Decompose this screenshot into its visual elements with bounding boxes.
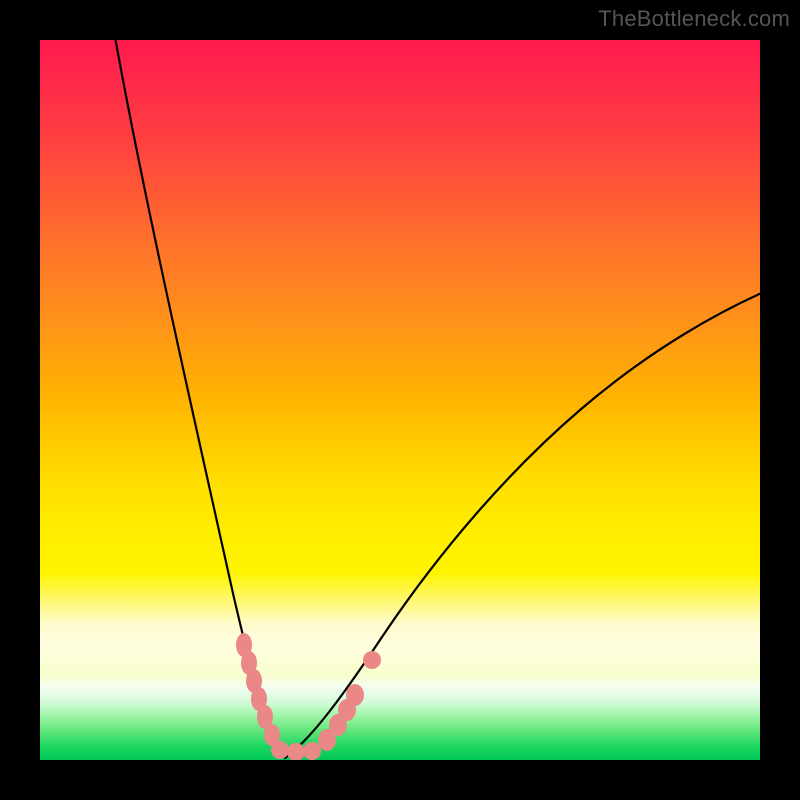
marker-dot — [346, 684, 364, 706]
curve-layer — [40, 40, 760, 760]
marker-dot — [363, 651, 381, 669]
plot-area — [40, 40, 760, 760]
marker-cluster — [236, 633, 381, 760]
marker-dot — [271, 741, 289, 759]
marker-dot — [303, 742, 321, 760]
watermark-text: TheBottleneck.com — [598, 6, 790, 32]
marker-dot — [287, 743, 305, 760]
curve-left-branch — [112, 40, 285, 758]
outer-black-frame: TheBottleneck.com — [0, 0, 800, 800]
